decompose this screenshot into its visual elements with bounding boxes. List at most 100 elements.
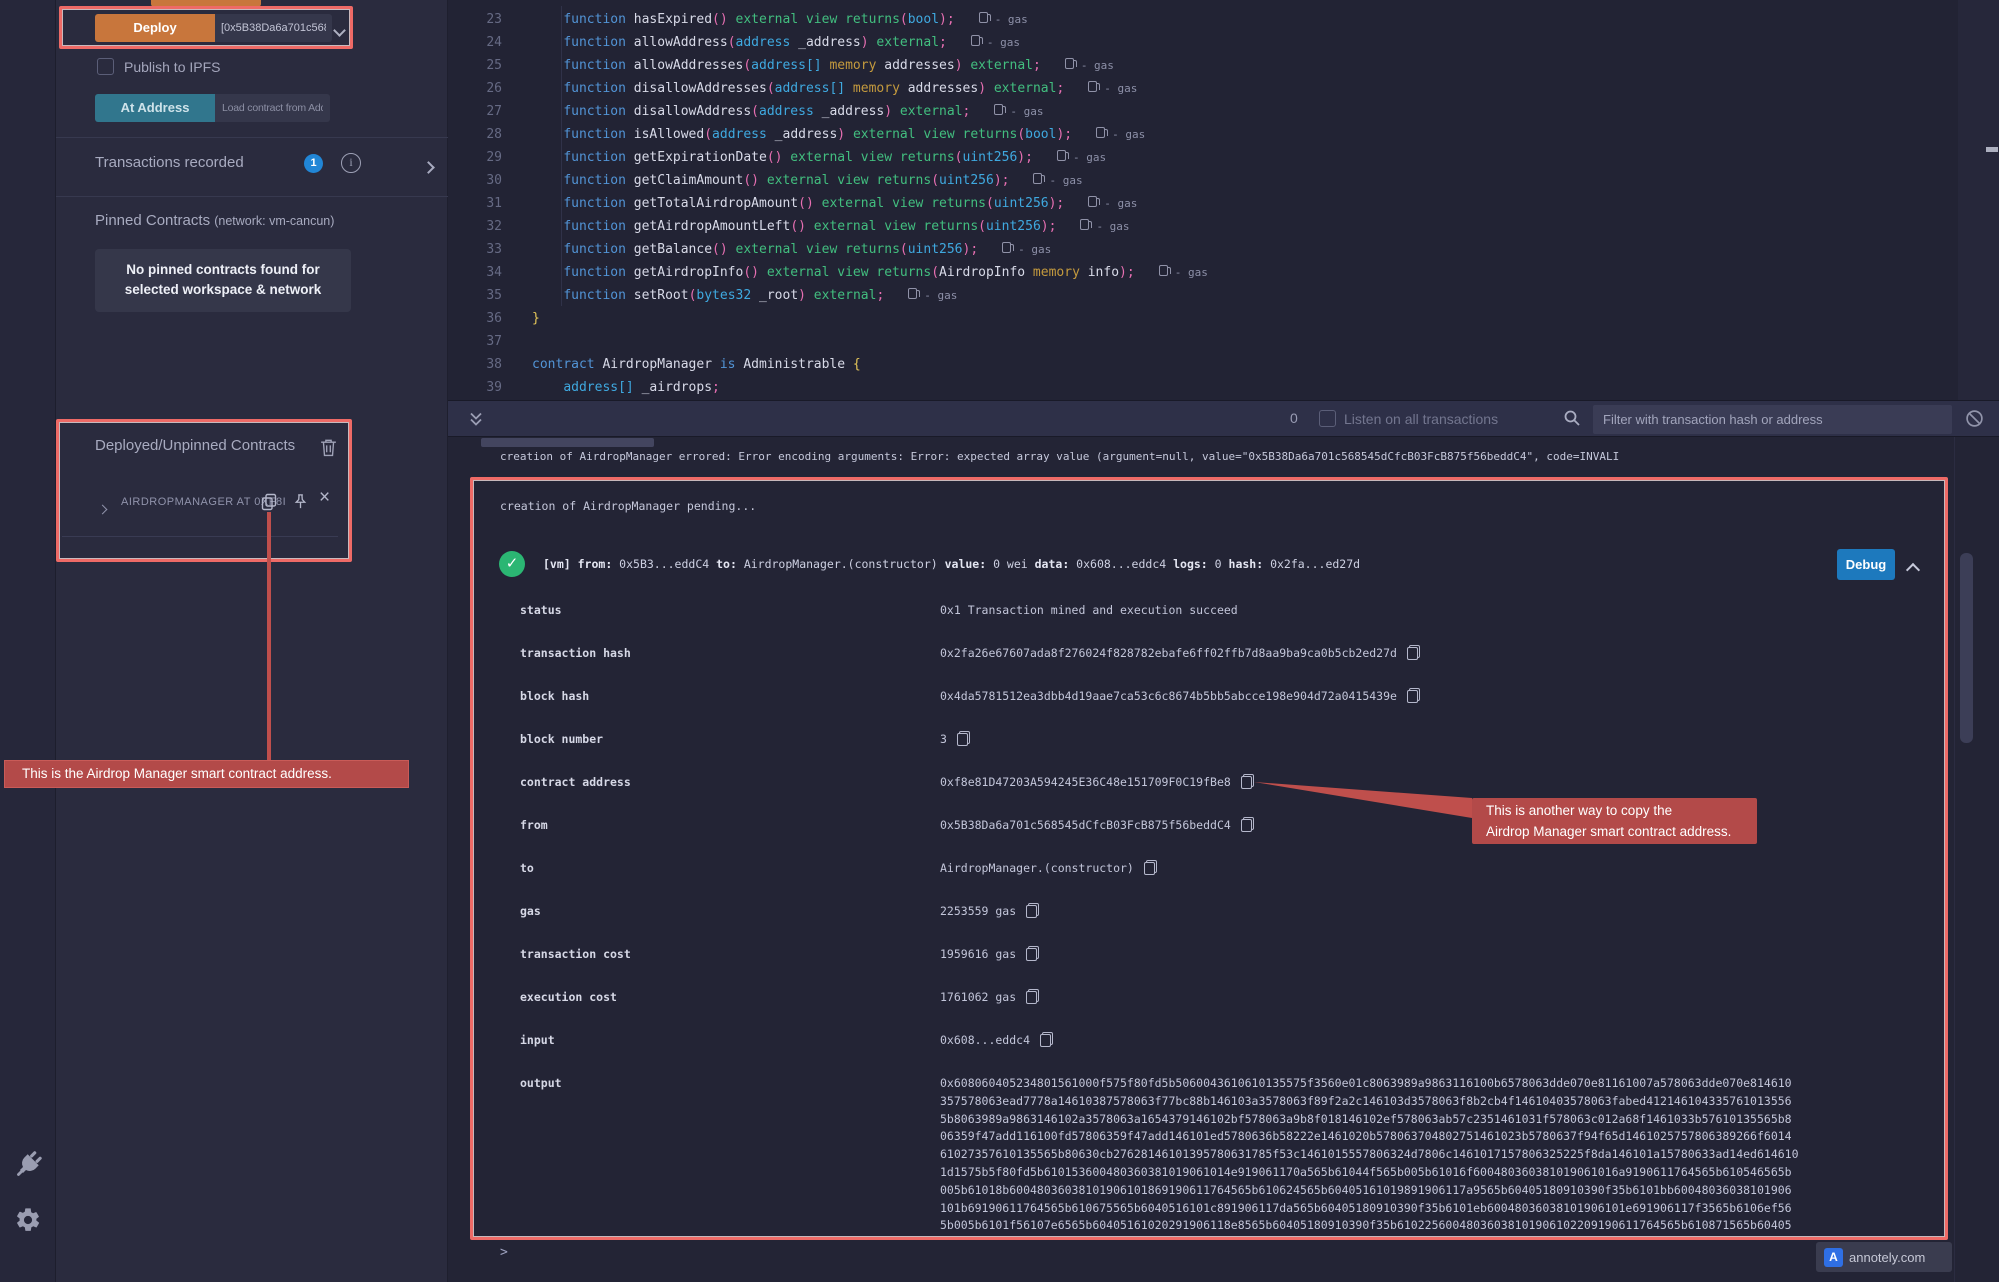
tx-detail-label: transaction hash <box>520 645 940 661</box>
tx-detail-value: 0x608...eddc4 <box>940 1032 1053 1048</box>
annotation-note-line: Airdrop Manager smart contract address. <box>1486 822 1757 843</box>
tx-detail-text: 0x4da5781512ea3dbb4d19aae7ca53c6c8674b5b… <box>940 688 1397 704</box>
publish-to-ipfs-checkbox[interactable] <box>97 58 114 75</box>
plugin-manager-icon[interactable] <box>11 1148 45 1182</box>
terminal-prompt[interactable]: > <box>500 1245 508 1260</box>
code-token: address <box>712 127 767 142</box>
gas-pump-icon <box>1080 219 1089 230</box>
at-address-input[interactable] <box>215 94 330 122</box>
gas-pump-icon <box>1057 150 1066 161</box>
code-line: 36} <box>448 307 1948 330</box>
listen-all-transactions-checkbox[interactable] <box>1319 410 1336 427</box>
code-editor[interactable]: 23 function hasExpired() external view r… <box>448 0 1999 400</box>
line-number: 26 <box>448 77 532 100</box>
code-token <box>532 81 563 96</box>
code-line: 27 function disallowAddress(address _add… <box>448 100 1948 123</box>
code-token <box>532 380 563 395</box>
code-token: external <box>869 35 939 50</box>
code-token: () <box>767 150 783 165</box>
divider <box>56 196 448 197</box>
copy-icon[interactable] <box>1026 946 1039 961</box>
copy-icon[interactable] <box>1026 989 1039 1004</box>
tx-detail-label: contract address <box>520 774 940 790</box>
code-token: ( <box>978 219 986 234</box>
line-number: 27 <box>448 100 532 123</box>
code-token: uint256 <box>939 173 994 188</box>
code-token: ) <box>884 104 892 119</box>
line-number: 37 <box>448 330 532 353</box>
copy-icon[interactable] <box>1026 903 1039 918</box>
copy-icon[interactable] <box>1407 645 1420 660</box>
settings-gear-icon[interactable] <box>14 1206 42 1234</box>
chevron-up-icon[interactable] <box>1908 562 1918 580</box>
code-token: ( <box>900 242 908 257</box>
no-pinned-contracts-message: No pinned contracts found for selected w… <box>95 249 351 312</box>
code-token: allowAddresses <box>634 58 744 73</box>
code-token: address[] <box>563 380 633 395</box>
code-token: getTotalAirdropAmount <box>634 196 798 211</box>
tx-detail-label: input <box>520 1032 940 1048</box>
code-token: address <box>759 104 814 119</box>
debug-button[interactable]: Debug <box>1837 549 1895 580</box>
tx-detail-value: 0x4da5781512ea3dbb4d19aae7ca53c6c8674b5b… <box>940 688 1420 704</box>
code-token: function <box>563 127 633 142</box>
line-number: 33 <box>448 238 532 261</box>
code-token: external view returns <box>759 265 931 280</box>
code-token: ) <box>955 58 963 73</box>
code-token <box>532 150 563 165</box>
code-line: 35 function setRoot(bytes32 _root) exter… <box>448 284 1948 307</box>
code-token: () <box>798 196 814 211</box>
at-address-button[interactable]: At Address <box>95 94 215 122</box>
copy-address-icon[interactable] <box>261 493 277 511</box>
code-token: external view returns <box>814 196 986 211</box>
constructor-args-input[interactable] <box>215 14 332 42</box>
copy-icon[interactable] <box>957 731 970 746</box>
close-icon[interactable] <box>319 488 330 507</box>
code-token: uint256 <box>994 196 1049 211</box>
deploy-button[interactable]: Deploy <box>95 14 215 42</box>
code-token: allowAddress <box>634 35 728 50</box>
terminal-expand-icon[interactable] <box>468 411 484 427</box>
editor-minimap[interactable] <box>1958 0 1999 400</box>
code-token: ) <box>861 35 869 50</box>
clear-console-icon[interactable] <box>1965 409 1984 428</box>
transact-button-clipped[interactable] <box>151 0 261 7</box>
line-number: 34 <box>448 261 532 284</box>
transaction-summary[interactable]: [vm] from: 0x5B3...eddC4 to: AirdropMana… <box>543 551 1360 577</box>
code-token <box>532 12 563 27</box>
gas-estimate-hint: - gas <box>1159 266 1208 279</box>
code-token: uint256 <box>963 150 1018 165</box>
filter-transactions-input[interactable] <box>1593 405 1952 434</box>
tx-detail-text: 0x5B38Da6a701c568545dCfcB03FcB875f56bedd… <box>940 817 1231 833</box>
code-token: setRoot <box>634 288 689 303</box>
tx-detail-text: 0x1 Transaction mined and execution succ… <box>940 602 1238 618</box>
scrollbar-thumb[interactable] <box>1960 553 1973 743</box>
chevron-right-icon[interactable] <box>424 159 433 177</box>
code-token: memory <box>845 81 900 96</box>
annotation-arrow <box>1250 774 1480 824</box>
gas-pump-icon <box>1088 196 1097 207</box>
code-token: _airdrops <box>634 380 712 395</box>
copy-icon[interactable] <box>1040 1032 1053 1047</box>
gas-estimate-hint: - gas <box>1096 128 1145 141</box>
tx-detail-value: AirdropManager.(constructor) <box>940 860 1157 876</box>
pin-icon[interactable] <box>292 492 309 511</box>
line-number: 24 <box>448 31 532 54</box>
chevron-right-icon[interactable] <box>99 500 106 518</box>
code-token: function <box>563 288 633 303</box>
code-line: 37 <box>448 330 1948 353</box>
output-line: 61027357610135565b80630cb276281461013957… <box>940 1146 1799 1164</box>
copy-icon[interactable] <box>1407 688 1420 703</box>
creation-pending-log: creation of AirdropManager pending... <box>500 499 756 513</box>
copy-icon[interactable] <box>1144 860 1157 875</box>
gas-estimate-hint: - gas <box>1088 197 1137 210</box>
chevron-down-icon[interactable] <box>335 22 344 40</box>
tx-detail-text: AirdropManager.(constructor) <box>940 860 1134 876</box>
gas-pump-icon <box>1002 242 1011 253</box>
tx-detail-label: gas <box>520 903 940 919</box>
code-line: 26 function disallowAddresses(address[] … <box>448 77 1948 100</box>
info-icon[interactable] <box>341 153 361 173</box>
code-token: () <box>712 242 728 257</box>
trash-icon[interactable] <box>320 438 337 457</box>
output-line: 5b005b6101f56107e6565b604051610202919061… <box>940 1217 1799 1235</box>
